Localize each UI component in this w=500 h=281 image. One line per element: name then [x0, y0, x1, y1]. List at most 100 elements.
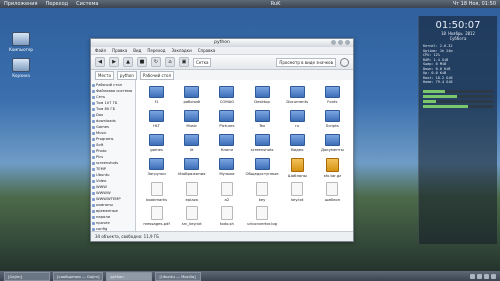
file-item[interactable]: eplaza — [174, 180, 209, 204]
view-mode-select[interactable]: Просмотр в виде значков — [276, 57, 336, 67]
file-item[interactable]: Загрузки — [139, 156, 174, 180]
file-item[interactable]: Изображения — [174, 156, 209, 180]
file-item[interactable]: ru — [280, 108, 315, 132]
file-label: lit — [189, 147, 194, 152]
document-icon — [220, 182, 233, 196]
menu-bookmarks[interactable]: Закладки — [171, 47, 191, 54]
file-item[interactable]: key — [245, 180, 280, 204]
file-label: sfx.tar.gz — [323, 173, 342, 178]
file-item[interactable]: Fonts — [315, 84, 350, 108]
panel-clock[interactable]: Чт 18 Ноя, 01:50 — [453, 0, 500, 8]
menu-file[interactable]: Файл — [95, 47, 106, 54]
search-icon[interactable] — [340, 57, 349, 67]
taskbar-item[interactable]: [Ubuntu — Mozilla] — [155, 271, 202, 281]
file-item[interactable]: games — [139, 132, 174, 156]
file-item[interactable]: рабочий — [174, 84, 209, 108]
back-button[interactable]: ◀ — [95, 57, 105, 67]
file-item[interactable]: messages.pdf — [139, 204, 174, 228]
taskbar: [Gajim] [сообщения — Gajim] python [Ubuntu … — [0, 271, 500, 281]
file-item[interactable]: todo.sh — [209, 204, 244, 228]
file-item[interactable]: screenshots — [245, 132, 280, 156]
file-item[interactable]: lit — [174, 132, 209, 156]
file-label: рабочий — [183, 99, 201, 104]
task-list: [Gajim] [сообщения — Gajim] python [Ubuntu … — [4, 271, 202, 281]
file-label: COMAG — [219, 99, 235, 104]
menu-edit[interactable]: Правка — [112, 47, 127, 54]
file-label: HLT — [153, 123, 160, 128]
reload-button[interactable]: ↻ — [151, 57, 161, 67]
file-label: Documents — [286, 99, 309, 104]
workspace-4-icon[interactable] — [491, 273, 496, 279]
file-item[interactable]: Видео — [280, 132, 315, 156]
file-item[interactable]: Музыка — [209, 156, 244, 180]
taskbar-item[interactable]: [сообщения — Gajim] — [53, 271, 104, 281]
file-label: Музыка — [219, 171, 235, 176]
file-item[interactable]: src_key.txt — [174, 204, 209, 228]
workspace-1-icon[interactable] — [470, 273, 475, 279]
file-label: key.txt — [290, 197, 304, 202]
file-item[interactable]: шаблон — [315, 180, 350, 204]
usage-bar — [423, 104, 493, 108]
menu-go[interactable]: Переход — [147, 47, 165, 54]
taskbar-item[interactable]: [Gajim] — [4, 271, 50, 281]
view-name-field[interactable]: Сетка — [193, 57, 212, 67]
file-item[interactable]: Шаблоны — [280, 156, 315, 180]
folder-icon — [149, 134, 165, 146]
folder-icon — [289, 110, 305, 122]
file-item[interactable]: Pictures — [209, 108, 244, 132]
file-item[interactable]: Tex — [245, 108, 280, 132]
computer-button[interactable]: ▣ — [179, 57, 189, 67]
file-label: ru — [295, 123, 300, 128]
file-label: Fonts — [327, 99, 338, 104]
folder-icon — [219, 86, 235, 98]
file-item[interactable]: Книги — [209, 132, 244, 156]
file-item[interactable]: Документы — [315, 132, 350, 156]
applications-menu[interactable]: Приложения — [0, 0, 42, 8]
file-item[interactable]: Documents — [280, 84, 315, 108]
file-item[interactable]: key.txt — [280, 180, 315, 204]
file-item[interactable]: Общедоступные — [245, 156, 280, 180]
file-label: Шаблоны — [287, 173, 307, 178]
top-panel: Приложения Переход Система RuK Чт 18 Ноя… — [0, 0, 500, 8]
breadcrumb-python[interactable]: python — [116, 70, 137, 80]
file-item[interactable]: COMAG — [209, 84, 244, 108]
home-button[interactable]: ⌂ — [165, 57, 175, 67]
system-menu[interactable]: Система — [72, 0, 102, 8]
usage-bar — [423, 94, 493, 98]
file-label: src_key.txt — [181, 221, 202, 226]
file-item[interactable]: f1 — [139, 84, 174, 108]
places-dropdown[interactable]: Места — [95, 70, 114, 80]
system-stats: Kernel: 2.6.32 Uptime: 1h 24m CPU: 12% RAM:… — [419, 41, 497, 88]
file-item[interactable]: HLT — [139, 108, 174, 132]
up-button[interactable]: ▲ — [123, 57, 133, 67]
close-icon[interactable] — [345, 40, 350, 45]
window-titlebar[interactable]: python — [91, 39, 353, 47]
file-manager-window: python Файл Правка Вид Переход Закладки … — [90, 38, 354, 242]
menu-help[interactable]: Справка — [198, 47, 216, 54]
file-item[interactable]: Scripts — [315, 108, 350, 132]
minimize-icon[interactable] — [331, 40, 336, 45]
stop-button[interactable]: ■ — [137, 57, 147, 67]
file-item[interactable]: urlconvertor.log — [245, 204, 280, 228]
document-icon — [326, 182, 339, 196]
taskbar-item[interactable]: python — [106, 271, 153, 281]
file-item[interactable]: sfx.tar.gz — [315, 156, 350, 180]
desktop-icon-trash[interactable]: Корзина — [6, 58, 36, 78]
file-item[interactable]: a2 — [209, 180, 244, 204]
file-label: a2 — [224, 197, 230, 202]
breadcrumb-desktop[interactable]: Рабочий стол — [139, 70, 175, 80]
forward-button[interactable]: ▶ — [109, 57, 119, 67]
menu-view[interactable]: Вид — [133, 47, 141, 54]
desktop-icon-computer[interactable]: Компьютер — [6, 32, 36, 52]
workspace-2-icon[interactable] — [477, 273, 482, 279]
file-item[interactable]: Music — [174, 108, 209, 132]
archive-icon — [290, 158, 304, 172]
go-menu[interactable]: Переход — [42, 0, 73, 8]
file-label: messages.pdf — [143, 221, 170, 226]
workspace-3-icon[interactable] — [484, 273, 489, 279]
folder-icon — [219, 134, 235, 146]
file-label: screenshots — [250, 147, 274, 152]
file-item[interactable]: Desktop — [245, 84, 280, 108]
file-item[interactable]: bookmarks — [139, 180, 174, 204]
maximize-icon[interactable] — [338, 40, 343, 45]
